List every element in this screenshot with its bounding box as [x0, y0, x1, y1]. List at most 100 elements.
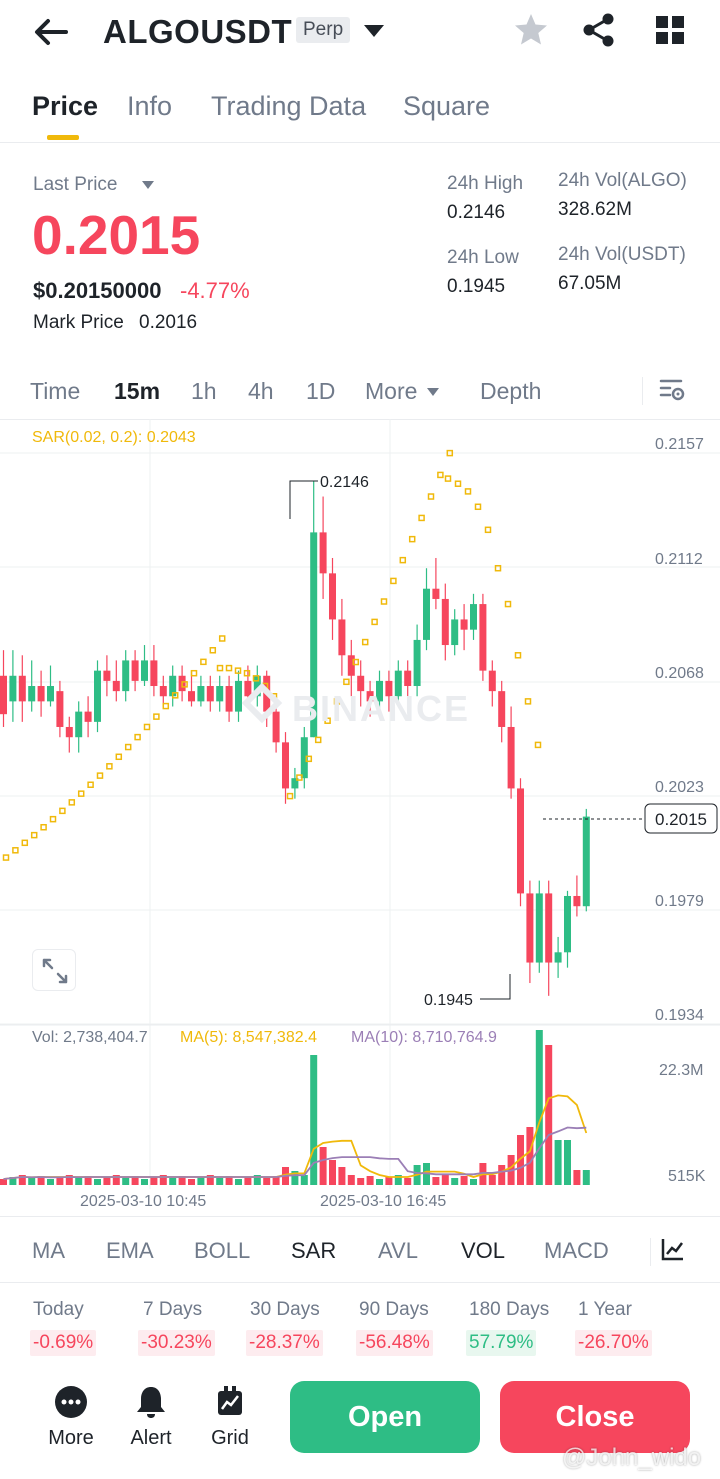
sar-dot: [296, 774, 303, 781]
candle-body: [75, 711, 83, 738]
sar-dot: [162, 702, 170, 710]
tab-trading-data[interactable]: Trading Data: [211, 91, 366, 122]
open-position-button[interactable]: Open: [290, 1381, 480, 1453]
sar-dot: [209, 647, 217, 654]
change-percent: -4.77%: [180, 278, 250, 303]
volume-bar: [357, 1178, 365, 1185]
candle-body: [545, 893, 553, 963]
share-button[interactable]: [582, 12, 616, 48]
candle-body: [526, 893, 534, 963]
candle-body: [225, 686, 233, 712]
sar-dot: [21, 839, 29, 847]
indicator-avl[interactable]: AVL: [378, 1238, 418, 1264]
volume-bar: [0, 1179, 7, 1185]
tab-square[interactable]: Square: [403, 91, 490, 122]
indicator-ma[interactable]: MA: [32, 1238, 65, 1264]
ma10-label: MA(10): 8,710,764.9: [351, 1029, 497, 1046]
candle-body: [573, 895, 581, 907]
timeframe-4h[interactable]: 4h: [248, 378, 274, 405]
candle-body: [197, 686, 205, 702]
sar-dot: [380, 598, 388, 605]
indicator-vol[interactable]: VOL: [461, 1238, 505, 1264]
sar-dot: [49, 815, 57, 823]
candle-body: [423, 588, 430, 640]
timeframe-1h[interactable]: 1h: [191, 378, 217, 405]
alert-button[interactable]: Alert: [120, 1385, 182, 1455]
candle-body: [347, 655, 355, 676]
volume-bar: [564, 1140, 571, 1185]
volume-bar: [235, 1179, 242, 1185]
sar-dot: [314, 736, 322, 744]
candlestick-chart[interactable]: 0.2146 0.1945 0.2015 0.2157 0.2112 0.206…: [0, 419, 720, 1219]
timeframe-15m[interactable]: 15m: [114, 378, 160, 405]
timeframe-1d[interactable]: 1D: [306, 378, 335, 405]
symbol-title[interactable]: ALGOUSDT: [103, 13, 292, 51]
candle-body: [488, 670, 496, 692]
indicator-settings-button[interactable]: [660, 1236, 686, 1262]
timeframe-more[interactable]: More: [365, 378, 417, 405]
perf-value-7-days: -30.23%: [138, 1330, 215, 1356]
indicator-separator: [650, 1238, 651, 1266]
volume-bar: [47, 1179, 54, 1185]
grid-bot-button[interactable]: Grid: [199, 1385, 261, 1455]
candle-body: [216, 686, 224, 702]
more-button[interactable]: More: [40, 1385, 102, 1455]
tab-price[interactable]: Price: [32, 91, 98, 122]
close-position-button[interactable]: Close: [500, 1381, 690, 1453]
sar-dot: [59, 807, 66, 815]
volume-bar: [554, 1140, 562, 1185]
perf-value-30-days: -28.37%: [246, 1330, 323, 1356]
time-axis-label: 2025-03-10 10:45: [80, 1193, 206, 1210]
volume-bar: [300, 1175, 308, 1185]
last-price-dropdown[interactable]: [140, 178, 156, 190]
indicator-ema[interactable]: EMA: [106, 1238, 154, 1264]
indicator-sar[interactable]: SAR: [291, 1238, 336, 1264]
volume-bar: [451, 1178, 459, 1185]
volume-bar: [122, 1178, 130, 1185]
sar-dot: [134, 733, 141, 741]
candle-body: [18, 675, 26, 702]
indicator-boll[interactable]: BOLL: [194, 1238, 250, 1264]
volume-bar: [526, 1127, 534, 1185]
more-timeframes-dropdown[interactable]: [426, 384, 440, 396]
perf-label-7-days: 7 Days: [143, 1299, 203, 1320]
alert-label: Alert: [130, 1427, 172, 1449]
perf-label-today: Today: [33, 1299, 84, 1320]
volume-bar: [150, 1177, 158, 1185]
sar-dot: [2, 854, 10, 861]
layout-grid-button[interactable]: [655, 15, 685, 45]
sar-dot: [106, 763, 113, 770]
favorite-button[interactable]: [513, 12, 549, 48]
sar-dot: [361, 638, 369, 646]
candle-body: [150, 660, 158, 687]
sar-dot: [200, 658, 207, 666]
candle-body: [451, 619, 459, 646]
back-button[interactable]: [30, 12, 72, 52]
last-price-label[interactable]: Last Price: [33, 174, 117, 196]
mark-price-label: Mark Price: [33, 312, 124, 333]
price-axis-label: 0.2068: [655, 665, 704, 682]
more-label: More: [48, 1427, 94, 1449]
volume-bar: [470, 1179, 477, 1185]
tab-info[interactable]: Info: [127, 91, 172, 122]
sar-dot: [534, 741, 542, 749]
depth-tab[interactable]: Depth: [480, 378, 541, 405]
chart-settings-button[interactable]: [658, 376, 686, 404]
fullscreen-button[interactable]: [32, 949, 76, 991]
candle-body: [517, 788, 524, 894]
volume-bar: [244, 1177, 252, 1185]
candle-body: [282, 742, 289, 789]
symbol-dropdown-button[interactable]: [362, 22, 386, 40]
candle-body: [535, 893, 543, 963]
perf-label-180-days: 180 Days: [469, 1299, 550, 1320]
sar-dot: [454, 480, 462, 487]
sar-dot: [68, 799, 76, 806]
sar-dot: [427, 493, 435, 500]
current-price-tag: 0.2015: [655, 810, 707, 829]
indicator-macd[interactable]: MACD: [544, 1238, 609, 1264]
sar-dot: [243, 669, 251, 677]
candle-body: [470, 604, 477, 630]
candle-body: [582, 816, 590, 907]
timeframe-time[interactable]: Time: [30, 378, 80, 405]
sar-dot: [408, 535, 416, 543]
